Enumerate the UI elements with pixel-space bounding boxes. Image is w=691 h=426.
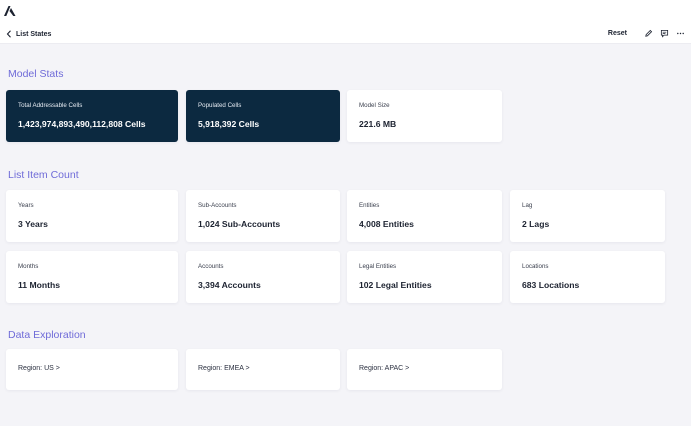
- pencil-icon[interactable]: [644, 29, 653, 38]
- count-card-accounts[interactable]: Accounts 3,394 Accounts: [186, 251, 340, 303]
- explore-link-label: Region: EMEA >: [198, 365, 250, 372]
- stat-label: Populated Cells: [198, 102, 242, 109]
- stat-label: Model Size: [359, 102, 390, 109]
- count-label: Months: [18, 263, 39, 270]
- toolbar-actions: Reset: [608, 27, 685, 39]
- stat-value: 5,918,392 Cells: [198, 119, 260, 129]
- count-value: 1,024 Sub-Accounts: [198, 219, 281, 229]
- stat-value: 1,423,974,893,490,112,808 Cells: [18, 119, 146, 129]
- count-label: Years: [18, 202, 34, 209]
- section-title-model-stats: Model Stats: [8, 68, 64, 80]
- count-card-locations[interactable]: Locations 683 Locations: [510, 251, 665, 303]
- count-label: Locations: [522, 263, 549, 270]
- count-label: Lag: [522, 202, 533, 209]
- explore-link-region-apac[interactable]: Region: APAC >: [347, 349, 502, 390]
- explore-link-label: Region: APAC >: [359, 365, 410, 372]
- reset-button[interactable]: Reset: [608, 30, 627, 37]
- explore-link-region-emea[interactable]: Region: EMEA >: [186, 349, 340, 390]
- comment-icon[interactable]: [660, 29, 669, 38]
- stat-label: Total Addressable Cells: [18, 102, 83, 109]
- count-value: 102 Legal Entities: [359, 280, 432, 290]
- stat-card-model-size[interactable]: Model Size 221.6 MB: [347, 90, 502, 142]
- count-value: 3,394 Accounts: [198, 280, 261, 290]
- count-label: Sub-Accounts: [198, 202, 237, 209]
- stat-card-total-addressable-cells[interactable]: Total Addressable Cells 1,423,974,893,49…: [6, 90, 178, 142]
- count-value: 683 Locations: [522, 280, 580, 290]
- count-card-entities[interactable]: Entities 4,008 Entities: [347, 190, 502, 242]
- sub-toolbar: List States Reset: [0, 22, 691, 44]
- section-title-list-item-count: List Item Count: [8, 169, 79, 181]
- count-value: 11 Months: [18, 280, 61, 290]
- count-label: Legal Entities: [359, 263, 397, 270]
- count-card-months[interactable]: Months 11 Months: [6, 251, 178, 303]
- back-link[interactable]: List States: [6, 28, 51, 40]
- count-card-years[interactable]: Years 3 Years: [6, 190, 178, 242]
- chevron-left-icon: [6, 30, 11, 38]
- app-logo[interactable]: [3, 4, 17, 18]
- count-value: 2 Lags: [522, 219, 550, 229]
- count-value: 4,008 Entities: [359, 219, 414, 229]
- back-link-label: List States: [16, 30, 52, 38]
- count-value: 3 Years: [18, 219, 48, 229]
- stat-card-populated-cells[interactable]: Populated Cells 5,918,392 Cells: [186, 90, 340, 142]
- count-label: Accounts: [198, 263, 224, 270]
- section-title-data-exploration: Data Exploration: [8, 329, 86, 341]
- count-label: Entities: [359, 202, 380, 209]
- count-card-sub-accounts[interactable]: Sub-Accounts 1,024 Sub-Accounts: [186, 190, 340, 242]
- count-card-legal-entities[interactable]: Legal Entities 102 Legal Entities: [347, 251, 502, 303]
- stat-value: 221.6 MB: [359, 119, 397, 129]
- top-bar: [0, 0, 691, 22]
- count-card-lag[interactable]: Lag 2 Lags: [510, 190, 665, 242]
- more-horizontal-icon[interactable]: [676, 29, 685, 38]
- explore-link-label: Region: US >: [18, 365, 60, 372]
- explore-link-region-us[interactable]: Region: US >: [6, 349, 178, 390]
